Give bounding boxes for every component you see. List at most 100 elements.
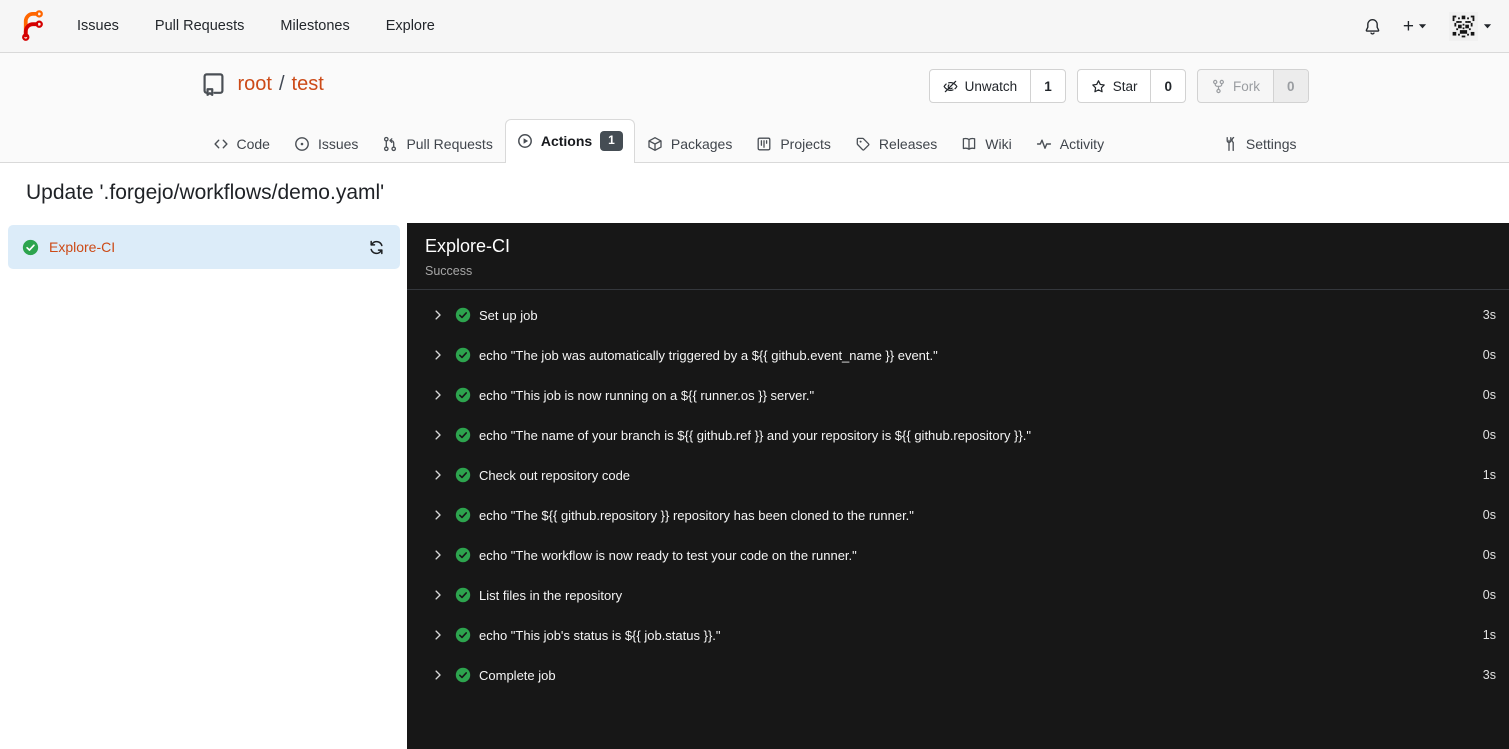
step-list: Set up job 3s echo "The job was automati…: [407, 290, 1509, 695]
step-row[interactable]: echo "The name of your branch is ${{ git…: [407, 415, 1509, 455]
star-icon: [1091, 79, 1106, 94]
tab-projects[interactable]: Projects: [744, 124, 843, 163]
step-duration: 0s: [1482, 348, 1496, 362]
success-check-icon: [455, 507, 471, 523]
repo-owner-link[interactable]: root: [238, 73, 272, 96]
fork-button: Fork: [1198, 70, 1273, 102]
success-check-icon: [455, 347, 471, 363]
tab-actions[interactable]: Actions 1: [504, 119, 635, 163]
chevron-right-icon: [432, 469, 444, 481]
nav-item-issues[interactable]: Issues: [77, 18, 119, 34]
rerun-job-button[interactable]: [366, 237, 387, 258]
step-duration: 0s: [1482, 388, 1496, 402]
success-check-icon: [455, 387, 471, 403]
step-duration: 1s: [1482, 628, 1496, 642]
tab-label: Issues: [317, 136, 359, 152]
pulse-icon: [1036, 136, 1052, 152]
fork-label: Fork: [1232, 78, 1260, 94]
tab-activity[interactable]: Activity: [1024, 124, 1116, 163]
star-button[interactable]: Star: [1078, 70, 1151, 102]
repo-breadcrumb: root / test: [238, 73, 324, 96]
book-icon: [961, 136, 977, 152]
watchers-count[interactable]: 1: [1030, 70, 1065, 102]
star-button-group: Star 0: [1076, 69, 1186, 103]
nav-links: Issues Pull Requests Milestones Explore: [77, 18, 435, 34]
log-job-title: Explore-CI: [425, 236, 511, 256]
tab-pull-requests[interactable]: Pull Requests: [370, 124, 504, 163]
chevron-right-icon: [432, 309, 444, 321]
chevron-right-icon: [432, 429, 444, 441]
forgejo-logo[interactable]: [17, 10, 49, 42]
tab-wiki[interactable]: Wiki: [949, 124, 1023, 163]
success-check-icon: [455, 307, 471, 323]
step-row[interactable]: Check out repository code 1s: [407, 455, 1509, 495]
job-item-explore-ci[interactable]: Explore-CI: [8, 225, 400, 269]
step-row[interactable]: echo "The job was automatically triggere…: [407, 335, 1509, 375]
watch-button-group: Unwatch 1: [928, 69, 1066, 103]
tab-label: Code: [236, 136, 270, 152]
step-label: echo "This job is now running on a ${{ r…: [479, 387, 815, 403]
notifications-button[interactable]: [1364, 18, 1381, 35]
tab-label: Releases: [878, 136, 938, 152]
step-label: Check out repository code: [479, 467, 631, 483]
run-body: Explore-CI Explore-CI Success Set up job…: [0, 223, 1509, 749]
chevron-right-icon: [432, 349, 444, 361]
issue-icon: [294, 136, 310, 152]
step-row[interactable]: echo "This job's status is ${{ job.statu…: [407, 615, 1509, 655]
repo-icon: [201, 72, 226, 97]
package-icon: [647, 136, 663, 152]
step-label: List files in the repository: [479, 587, 623, 603]
sync-icon: [368, 239, 385, 256]
tab-label: Actions: [540, 133, 593, 150]
code-icon: [213, 136, 229, 152]
stars-count[interactable]: 0: [1150, 70, 1185, 102]
step-row[interactable]: echo "This job is now running on a ${{ r…: [407, 375, 1509, 415]
tab-label: Packages: [670, 136, 733, 152]
nav-item-pull-requests[interactable]: Pull Requests: [155, 18, 244, 34]
tab-settings[interactable]: Settings: [1210, 124, 1309, 163]
tab-issues[interactable]: Issues: [282, 124, 370, 163]
step-duration: 3s: [1482, 308, 1496, 322]
play-circle-icon: [517, 133, 533, 149]
tag-icon: [855, 136, 871, 152]
success-check-icon: [455, 587, 471, 603]
nav-item-explore[interactable]: Explore: [386, 18, 435, 34]
user-menu-dropdown[interactable]: [1449, 11, 1492, 41]
chevron-down-icon: [1483, 24, 1492, 29]
bell-icon: [1364, 18, 1381, 35]
step-row[interactable]: Complete job 3s: [407, 655, 1509, 695]
tab-packages[interactable]: Packages: [635, 124, 744, 163]
eye-slash-icon: [943, 79, 958, 94]
avatar: [1449, 11, 1478, 41]
step-label: echo "The workflow is now ready to test …: [479, 547, 857, 563]
chevron-right-icon: [432, 509, 444, 521]
step-label: echo "The job was automatically triggere…: [479, 347, 938, 363]
step-duration: 3s: [1482, 668, 1496, 682]
step-row[interactable]: echo "The ${{ github.repository }} repos…: [407, 495, 1509, 535]
step-duration: 1s: [1482, 468, 1496, 482]
job-name: Explore-CI: [49, 239, 116, 255]
success-check-icon: [455, 427, 471, 443]
run-title: Update '.forgejo/workflows/demo.yaml': [26, 181, 385, 204]
tab-label: Settings: [1245, 136, 1297, 152]
step-label: Complete job: [479, 667, 556, 683]
chevron-right-icon: [432, 629, 444, 641]
tab-label: Activity: [1059, 136, 1105, 152]
log-header: Explore-CI Success: [407, 223, 1509, 290]
tab-releases[interactable]: Releases: [843, 124, 949, 163]
unwatch-label: Unwatch: [964, 78, 1018, 94]
tab-label: Wiki: [985, 136, 1012, 152]
create-new-dropdown[interactable]: +: [1403, 17, 1427, 36]
step-row[interactable]: echo "The workflow is now ready to test …: [407, 535, 1509, 575]
step-row[interactable]: Set up job 3s: [407, 295, 1509, 335]
chevron-right-icon: [432, 549, 444, 561]
fork-button-group: Fork 0: [1196, 69, 1309, 103]
nav-item-milestones[interactable]: Milestones: [280, 18, 349, 34]
step-row[interactable]: List files in the repository 0s: [407, 575, 1509, 615]
unwatch-button[interactable]: Unwatch: [930, 70, 1031, 102]
repo-name-link[interactable]: test: [292, 73, 324, 96]
tools-icon: [1222, 136, 1238, 152]
repo-tabs: Code Issues Pull Requests Actions 1 Pack…: [201, 119, 1309, 163]
run-title-block: Update '.forgejo/workflows/demo.yaml': [0, 163, 1509, 223]
tab-code[interactable]: Code: [201, 124, 282, 163]
